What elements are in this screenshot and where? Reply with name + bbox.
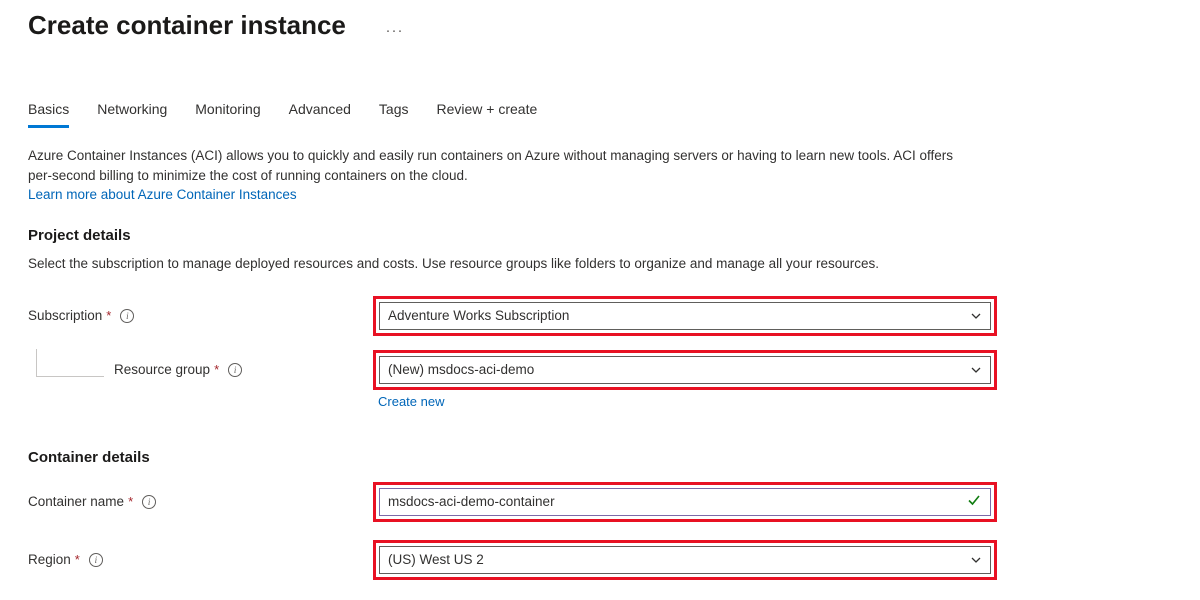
required-star: * <box>75 552 80 567</box>
region-value: (US) West US 2 <box>388 552 484 567</box>
page-title: Create container instance <box>28 10 346 41</box>
required-star: * <box>128 494 133 509</box>
chevron-down-icon <box>970 554 982 566</box>
tab-basics[interactable]: Basics <box>28 101 69 128</box>
info-icon[interactable]: i <box>228 363 242 377</box>
container-name-label: Container name <box>28 494 124 509</box>
info-icon[interactable]: i <box>142 495 156 509</box>
tab-networking[interactable]: Networking <box>97 101 167 128</box>
description-text: Azure Container Instances (ACI) allows y… <box>28 148 953 183</box>
resource-group-label: Resource group <box>114 362 210 377</box>
resource-group-value: (New) msdocs-aci-demo <box>388 362 534 377</box>
subscription-select[interactable]: Adventure Works Subscription <box>379 302 991 330</box>
resource-group-row: Resource group * i (New) msdocs-aci-demo <box>28 350 1172 390</box>
container-name-row: Container name * i msdocs-aci-demo-conta… <box>28 482 1172 522</box>
chevron-down-icon <box>970 310 982 322</box>
learn-more-label: Learn more about Azure Container Instanc… <box>28 187 297 202</box>
required-star: * <box>106 308 111 323</box>
learn-more-link[interactable]: Learn more about Azure Container Instanc… <box>28 187 303 202</box>
chevron-down-icon <box>970 364 982 376</box>
resource-group-select[interactable]: (New) msdocs-aci-demo <box>379 356 991 384</box>
project-details-subtext: Select the subscription to manage deploy… <box>28 254 978 274</box>
project-details-heading: Project details <box>28 227 1172 244</box>
tab-advanced[interactable]: Advanced <box>289 101 351 128</box>
container-details-heading: Container details <box>28 449 1172 466</box>
tabs: Basics Networking Monitoring Advanced Ta… <box>28 101 1172 128</box>
checkmark-icon <box>966 492 982 511</box>
basics-description: Azure Container Instances (ACI) allows y… <box>28 146 978 205</box>
subscription-highlight: Adventure Works Subscription <box>373 296 997 336</box>
tab-tags[interactable]: Tags <box>379 101 409 128</box>
region-label: Region <box>28 552 71 567</box>
region-row: Region * i (US) West US 2 <box>28 540 1172 580</box>
tab-monitoring[interactable]: Monitoring <box>195 101 260 128</box>
info-icon[interactable]: i <box>89 553 103 567</box>
subscription-value: Adventure Works Subscription <box>388 308 569 323</box>
container-name-input[interactable]: msdocs-aci-demo-container <box>379 488 991 516</box>
tree-connector-icon <box>36 349 104 377</box>
required-star: * <box>214 362 219 377</box>
subscription-row: Subscription * i Adventure Works Subscri… <box>28 296 1172 336</box>
region-select[interactable]: (US) West US 2 <box>379 546 991 574</box>
more-icon[interactable]: ··· <box>386 22 404 39</box>
container-name-highlight: msdocs-aci-demo-container <box>373 482 997 522</box>
resource-group-highlight: (New) msdocs-aci-demo <box>373 350 997 390</box>
subscription-label: Subscription <box>28 308 102 323</box>
tab-review-create[interactable]: Review + create <box>437 101 538 128</box>
info-icon[interactable]: i <box>120 309 134 323</box>
container-name-value: msdocs-aci-demo-container <box>388 494 555 509</box>
create-new-link[interactable]: Create new <box>378 394 444 409</box>
region-highlight: (US) West US 2 <box>373 540 997 580</box>
